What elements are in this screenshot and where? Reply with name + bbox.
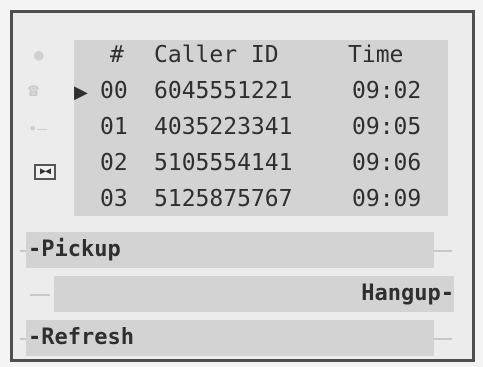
table-row[interactable]: 01 4035223341 09:05 [74, 114, 448, 150]
row-time: 09:06 [352, 150, 422, 176]
softkey-tick [432, 338, 452, 340]
row-caller-id: 4035223341 [154, 114, 293, 140]
row-num: 01 [100, 114, 128, 140]
caller-id-table: # Caller ID Time ▶ 00 6045551221 09:02 0… [74, 40, 448, 216]
table-header: # Caller ID Time [74, 42, 448, 78]
softkey-tick [30, 294, 50, 296]
row-caller-id: 5105554141 [154, 150, 293, 176]
pickup-softkey[interactable]: -Pickup [26, 232, 434, 268]
row-time: 09:09 [352, 186, 422, 212]
phone-icon: ☎ [28, 80, 39, 101]
refresh-softkey[interactable]: -Refresh [26, 320, 434, 356]
row-num: 00 [100, 78, 128, 104]
softkey-tick [432, 250, 452, 252]
row-num: 03 [100, 186, 128, 212]
play-pause-icon[interactable]: ▶◀ [34, 164, 56, 180]
hangup-softkey[interactable]: Hangup- [54, 276, 454, 312]
row-caller-id: 6045551221 [154, 78, 293, 104]
row-num: 02 [100, 150, 128, 176]
row-time: 09:05 [352, 114, 422, 140]
header-caller-id: Caller ID [154, 42, 279, 68]
table-row[interactable]: ▶ 00 6045551221 09:02 [74, 78, 448, 114]
header-num: # [110, 42, 124, 68]
line-icon: •— [28, 119, 48, 138]
table-row[interactable]: 02 5105554141 09:06 [74, 150, 448, 186]
row-time: 09:02 [352, 78, 422, 104]
row-caller-id: 5125875767 [154, 186, 293, 212]
selected-row-arrow-icon: ▶ [74, 82, 88, 103]
dot-icon: ● [34, 45, 44, 64]
table-row[interactable]: 03 5125875767 09:09 [74, 186, 448, 222]
header-time: Time [348, 42, 404, 68]
